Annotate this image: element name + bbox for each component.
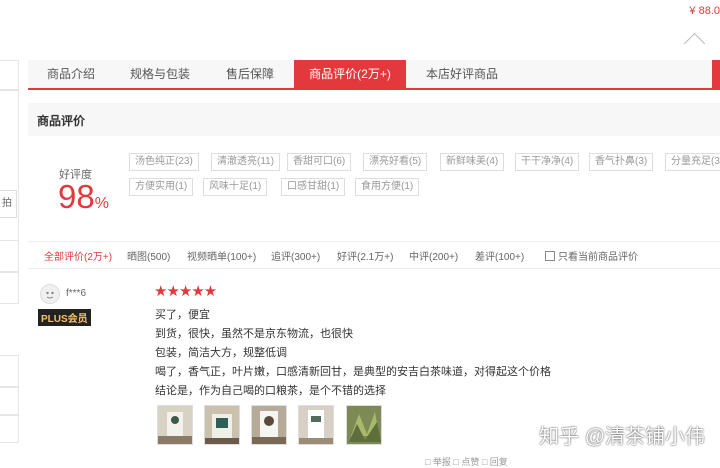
detail-tabs: 商品介绍 规格与包装 售后保障 商品评价(2万+) 本店好评商品 [28, 60, 720, 90]
review-tag[interactable]: 干干净净(4) [515, 153, 580, 171]
rating-unit: % [94, 195, 109, 212]
review-tag[interactable]: 漂亮好看(5) [363, 153, 428, 171]
review-photo[interactable] [204, 405, 240, 445]
filter-photos[interactable]: 晒图(500) [127, 248, 170, 263]
filter-followup[interactable]: 追评(300+) [271, 248, 320, 263]
sidebar-box [0, 240, 19, 272]
review-tag[interactable]: 食用方便(1) [355, 178, 420, 196]
price-text: ¥ 88.0 [689, 5, 720, 17]
review-text-line: 喝了，香气正，叶片嫩，口感清新回甘，是典型的安吉白茶味道，对得起这个价格 [155, 366, 551, 378]
review-tag[interactable]: 香甜可口(6) [287, 153, 352, 171]
review-photo[interactable] [251, 405, 287, 445]
photo-content [205, 414, 239, 444]
sidebar-box [0, 415, 19, 443]
tab-shop-top-rated[interactable]: 本店好评商品 [406, 60, 518, 88]
review-photo[interactable] [346, 405, 382, 445]
only-current-label: 只看当前商品评价 [558, 252, 638, 263]
sidebar-box [0, 60, 19, 90]
filter-neutral[interactable]: 中评(200+) [409, 248, 458, 263]
review-action-bar[interactable]: □ 举报 □ 点赞 □ 回复 [425, 455, 508, 468]
review-tag[interactable]: 清澈透亮(11) [211, 153, 281, 171]
review-tag[interactable]: 汤色纯正(23) [129, 153, 199, 171]
section-title: 商品评价 [37, 114, 86, 128]
filter-all[interactable]: 全部评价(2万+) [44, 248, 112, 263]
sidebar-box [0, 387, 19, 415]
review-tag[interactable]: 风味十足(1) [203, 178, 268, 196]
filter-videos[interactable]: 视频晒单(100+) [187, 248, 256, 263]
review-text-line: 到货，很快，虽然不是京东物流，也很快 [155, 328, 353, 340]
section-header: 商品评价 [28, 103, 720, 136]
review-text-line: 买了，便宜 [155, 309, 210, 321]
review-photo[interactable] [157, 405, 193, 445]
review-filter-bar: 全部评价(2万+) 晒图(500) 视频晒单(100+) 追评(300+) 好评… [28, 241, 720, 269]
review-text-line: 包装，简洁大方，规整低调 [155, 347, 287, 359]
photo-content [349, 412, 381, 442]
sidebar-box [0, 272, 19, 304]
tab-reviews[interactable]: 商品评价(2万+) [294, 60, 406, 88]
review-tag[interactable]: 口感甘甜(1) [281, 178, 346, 196]
review-tag[interactable]: 方便实用(1) [129, 178, 194, 196]
rating-number: 98 [58, 178, 95, 215]
chevron-up-icon[interactable] [683, 32, 706, 55]
plus-member-badge: PLUS会员 [38, 309, 91, 326]
star-rating: ★★★★★ [154, 283, 217, 300]
review-tag[interactable]: 新鲜味美(4) [440, 153, 505, 171]
tab-edge [712, 60, 720, 88]
tab-specs[interactable]: 规格与包装 [114, 60, 206, 88]
sidebar-box [0, 90, 19, 242]
avatar-face [46, 291, 54, 299]
tab-after-sales[interactable]: 售后保障 [206, 60, 294, 88]
avatar-icon[interactable] [40, 284, 60, 304]
sidebar-box [0, 355, 19, 387]
filter-negative[interactable]: 差评(100+) [475, 248, 524, 263]
left-sidebar: 拍 [0, 60, 19, 460]
watermark-text: 知乎 @清茶铺小伟 [539, 426, 705, 448]
rating-value: 98% [58, 178, 109, 216]
photo-content [299, 410, 333, 444]
only-current-toggle[interactable]: 只看当前商品评价 [545, 248, 638, 263]
review-photo[interactable] [298, 405, 334, 445]
photo-content [252, 411, 286, 444]
filter-positive[interactable]: 好评(2.1万+) [337, 248, 393, 263]
review-tag[interactable]: 分量充足(3) [665, 153, 720, 171]
reviewer-name[interactable]: f***6 [66, 288, 86, 299]
tab-intro[interactable]: 商品介绍 [28, 60, 114, 88]
checkbox-icon[interactable] [545, 251, 555, 261]
review-tag[interactable]: 香气扑鼻(3) [589, 153, 654, 171]
review-text-line: 结论是，作为自己喝的口粮茶，是个不错的选择 [155, 385, 386, 397]
photo-content [158, 412, 192, 444]
sidebar-button[interactable]: 拍 [0, 190, 17, 218]
